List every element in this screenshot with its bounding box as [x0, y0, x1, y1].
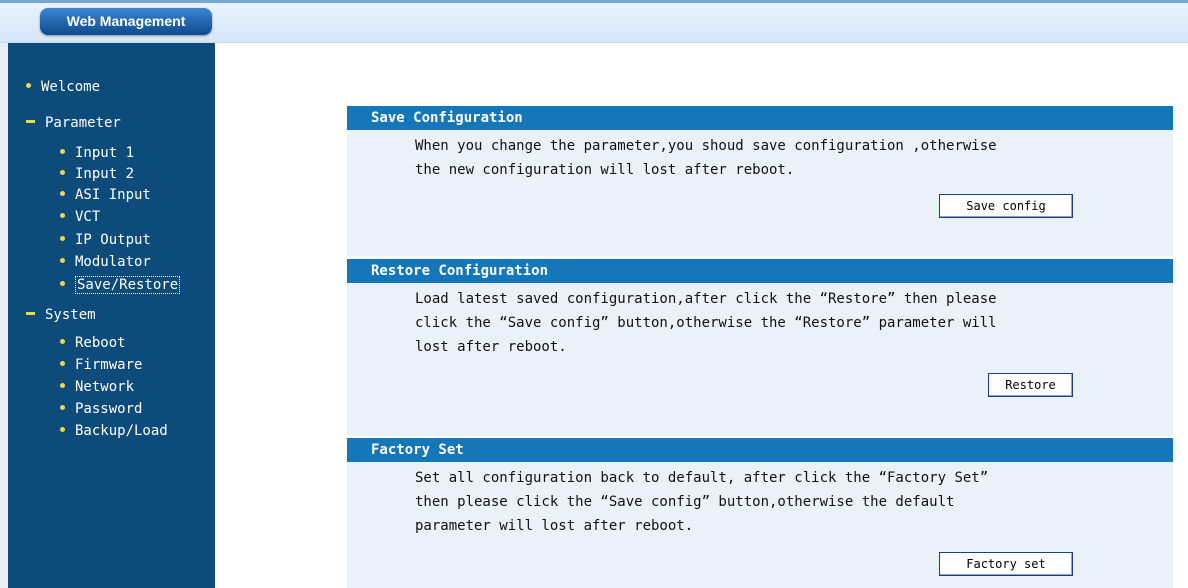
nav-item-label: Modulator — [75, 254, 151, 270]
nav-item-label: Password — [75, 401, 143, 417]
section-body: Set all configuration back to default, a… — [347, 462, 1173, 588]
restore-configuration-section: Restore Configuration Load latest saved … — [347, 259, 1173, 436]
save-config-button[interactable]: Save config — [939, 194, 1073, 218]
nav-item-label: VCT — [75, 209, 101, 225]
nav-item-label: Firmware — [75, 357, 143, 373]
description-line: then please click the “Save config” butt… — [415, 494, 955, 510]
section-body: Load latest saved configuration,after cl… — [347, 283, 1173, 436]
description-line: Set all configuration back to default, a… — [415, 470, 989, 486]
description-line: When you change the parameter,you shoud … — [415, 138, 997, 154]
top-border-line — [0, 0, 1188, 3]
nav-item-vct[interactable]: VCT — [60, 207, 100, 227]
nav-item-reboot[interactable]: Reboot — [60, 333, 126, 353]
sidebar-nav: Welcome Parameter Input 1 Input 2 ASI In… — [8, 43, 215, 588]
nav-item-label: Save/Restore — [75, 276, 181, 294]
nav-item-label: ASI Input — [75, 187, 151, 203]
bullet-icon — [26, 82, 31, 88]
nav-system-group[interactable]: System — [26, 305, 96, 325]
description-line: the new configuration will lost after re… — [415, 162, 795, 178]
nav-item-password[interactable]: Password — [60, 399, 142, 419]
description-line: parameter will lost after reboot. — [415, 518, 694, 534]
nav-item-input-1[interactable]: Input 1 — [60, 143, 134, 163]
nav-item-label: IP Output — [75, 232, 151, 248]
nav-parameter-label: Parameter — [45, 115, 121, 131]
section-body: When you change the parameter,you shoud … — [347, 130, 1173, 256]
bullet-icon — [60, 148, 65, 154]
description-line: lost after reboot. — [415, 339, 567, 355]
factory-set-section: Factory Set Set all configuration back t… — [347, 438, 1173, 588]
nav-item-label: Backup/Load — [75, 423, 168, 439]
nav-item-network[interactable]: Network — [60, 377, 134, 397]
nav-parameter-group[interactable]: Parameter — [26, 113, 121, 133]
section-title: Save Configuration — [347, 106, 1173, 130]
bullet-icon — [60, 257, 65, 263]
sidebar-left-edge — [0, 43, 8, 588]
nav-system-label: System — [45, 307, 96, 323]
nav-item-save-restore[interactable]: Save/Restore — [60, 275, 181, 295]
nav-item-modulator[interactable]: Modulator — [60, 252, 151, 272]
section-description: When you change the parameter,you shoud … — [415, 134, 1105, 182]
bullet-icon — [60, 404, 65, 410]
restore-button[interactable]: Restore — [988, 373, 1073, 397]
bullet-icon — [60, 338, 65, 344]
nav-item-label: Input 1 — [75, 145, 135, 161]
bullet-icon — [60, 382, 65, 388]
nav-welcome[interactable]: Welcome — [26, 77, 100, 97]
nav-item-input-2[interactable]: Input 2 — [60, 164, 134, 184]
section-description: Set all configuration back to default, a… — [415, 466, 1105, 538]
save-configuration-section: Save Configuration When you change the p… — [347, 106, 1173, 256]
section-title: Factory Set — [347, 438, 1173, 462]
nav-item-label: Input 2 — [75, 166, 135, 182]
bullet-icon — [60, 360, 65, 366]
section-title: Restore Configuration — [347, 259, 1173, 283]
bullet-icon — [60, 426, 65, 432]
collapse-minus-icon — [26, 311, 35, 315]
nav-item-ip-output[interactable]: IP Output — [60, 230, 151, 250]
nav-item-backup-load[interactable]: Backup/Load — [60, 421, 168, 441]
bullet-icon — [60, 190, 65, 196]
bullet-icon — [60, 235, 65, 241]
nav-item-label: Reboot — [75, 335, 126, 351]
nav-item-label: Network — [75, 379, 135, 395]
description-line: click the “Save config” button,otherwise… — [415, 315, 997, 331]
web-management-tab[interactable]: Web Management — [40, 8, 212, 35]
section-description: Load latest saved configuration,after cl… — [415, 287, 1105, 359]
factory-set-button[interactable]: Factory set — [939, 552, 1073, 576]
top-header-bar: Web Management — [0, 0, 1188, 43]
collapse-minus-icon — [26, 119, 35, 123]
nav-item-asi-input[interactable]: ASI Input — [60, 185, 151, 205]
nav-welcome-label: Welcome — [41, 79, 101, 95]
description-line: Load latest saved configuration,after cl… — [415, 291, 997, 307]
bullet-icon — [60, 212, 65, 218]
bullet-icon — [60, 169, 65, 175]
nav-item-firmware[interactable]: Firmware — [60, 355, 142, 375]
bullet-icon — [60, 280, 65, 286]
